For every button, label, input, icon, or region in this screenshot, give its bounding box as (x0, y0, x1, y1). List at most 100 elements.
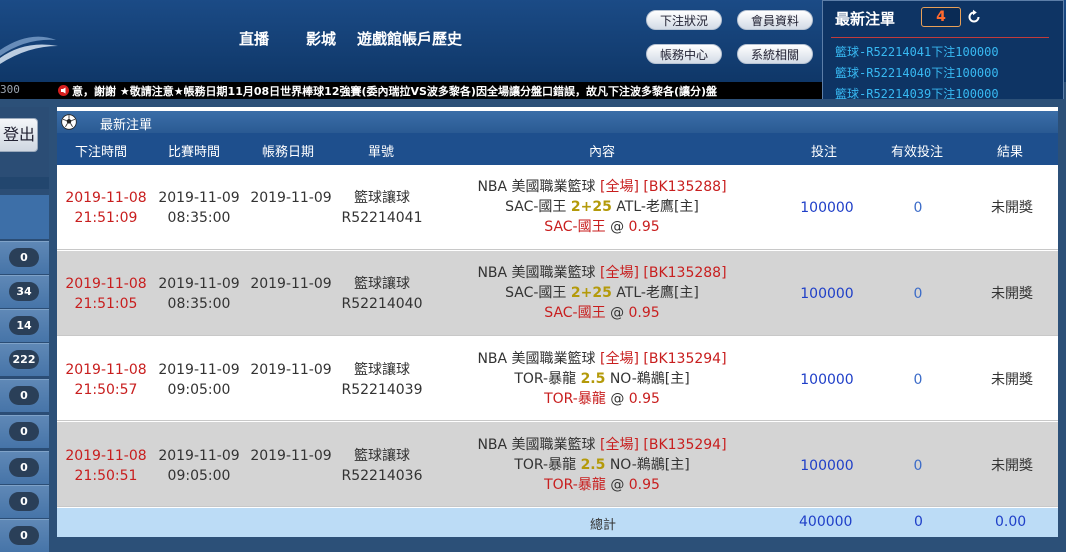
recent-orders-title: 最新注單 (835, 10, 896, 28)
ticket-number[interactable]: R52214039 (337, 380, 427, 400)
ticket-cell: 籃球讓球 R52214040 (337, 274, 427, 314)
period: [全場] (600, 437, 639, 453)
valid-stake-cell: 0 (913, 286, 923, 302)
league: NBA 美國職業籃球 (477, 351, 596, 367)
pick: TOR-暴龍 (544, 391, 606, 407)
ticket-number[interactable]: R52214040 (337, 294, 427, 314)
match-date: 2019-11-09 (158, 276, 240, 292)
col-result: 結果 (997, 145, 1024, 160)
count-badge[interactable]: 34 (9, 282, 39, 301)
match-clock: 09:05:00 (167, 382, 231, 398)
ticket-number[interactable]: R52214041 (337, 208, 427, 228)
ticket-number[interactable]: R52214036 (337, 466, 427, 486)
announcement-marquee: 300 意，謝謝 ★敬請注意★帳務日期11月08日世界棒球12強賽(委內瑞拉VS… (0, 82, 822, 99)
total-stake: 400000 (799, 514, 853, 530)
sidebar-separator (0, 177, 49, 189)
logout-button[interactable]: 登出 (0, 118, 38, 152)
sidebar-item[interactable]: 34 (0, 275, 49, 308)
bet-status-button[interactable]: 下注狀況 (646, 10, 722, 30)
sidebar-item[interactable]: 0 (0, 451, 49, 484)
col-bet-time: 下注時間 (75, 145, 128, 160)
main-panel: 最新注單 下注時間 比賽時間 帳務日期 單號 內容 投注 有效投注 結果 201… (57, 107, 1058, 537)
count-badge[interactable]: 0 (9, 422, 39, 441)
stake-cell: 100000 (800, 372, 854, 388)
table-header: 下注時間 比賽時間 帳務日期 單號 內容 投注 有效投注 結果 (57, 133, 1058, 165)
league: NBA 美國職業籃球 (477, 437, 596, 453)
recent-order-item[interactable]: 籃球-R52214041下注100000 (835, 42, 999, 63)
match-date: 2019-11-09 (158, 362, 240, 378)
col-content: 內容 (589, 145, 616, 160)
count-badge[interactable]: 0 (9, 526, 39, 545)
match-time-cell: 2019-11-09 09:05:00 (153, 446, 245, 486)
bet-date: 2019-11-08 (65, 448, 147, 464)
sidebar-item[interactable]: 14 (0, 309, 49, 342)
bet-date: 2019-11-08 (65, 276, 147, 292)
refresh-icon[interactable] (966, 9, 982, 25)
valid-stake-cell: 0 (913, 372, 923, 388)
member-info-button[interactable]: 會員資料 (737, 10, 813, 30)
sport-type: 籃球讓球 (354, 190, 410, 206)
sport-type: 籃球讓球 (354, 362, 410, 378)
handicap-line: 2+25 (570, 199, 612, 215)
sidebar-item[interactable]: 0 (0, 415, 49, 448)
content-cell: NBA 美國職業籃球 [全場] [BK135288] SAC-國王 2+25 A… (437, 263, 767, 323)
count-badge[interactable]: 0 (9, 458, 39, 477)
account-center-button[interactable]: 帳務中心 (646, 44, 722, 64)
nav-cinema[interactable]: 影城 (306, 28, 336, 49)
ticket-cell: 籃球讓球 R52214039 (337, 360, 427, 400)
sidebar-item[interactable]: 0 (0, 485, 49, 518)
at-symbol: @ (610, 305, 625, 321)
recent-orders-list: 籃球-R52214041下注100000 籃球-R52214040下注10000… (835, 42, 999, 105)
account-date-cell: 2019-11-09 (250, 448, 332, 464)
content-cell: NBA 美國職業籃球 [全場] [BK135294] TOR-暴龍 2.5 NO… (437, 435, 767, 495)
count-badge[interactable]: 0 (9, 248, 39, 267)
bet-time-cell: 2019-11-08 21:51:05 (60, 274, 152, 314)
away-team: NO-鵜鶘[主] (609, 457, 690, 473)
sidebar-tab[interactable] (0, 195, 49, 239)
system-related-button[interactable]: 系統相關 (737, 44, 813, 64)
match-date: 2019-11-09 (158, 448, 240, 464)
match-clock: 09:05:00 (167, 468, 231, 484)
marquee-text: 意，謝謝 ★敬請注意★帳務日期11月08日世界棒球12強賽(委內瑞拉VS波多黎各… (72, 85, 718, 98)
pick: TOR-暴龍 (544, 477, 606, 493)
account-date-cell: 2019-11-09 (250, 276, 332, 292)
away-team: ATL-老鷹[主] (616, 285, 699, 301)
sidebar-item[interactable]: 0 (0, 379, 49, 412)
at-symbol: @ (610, 477, 625, 493)
nav-live[interactable]: 直播 (239, 28, 269, 49)
odds: 0.95 (628, 477, 660, 493)
game-id: [BK135288] (643, 265, 727, 281)
table-row: 2019-11-08 21:51:05 2019-11-09 08:35:00 … (57, 251, 1058, 336)
sidebar: 登出 0 34 14 222 0 0 0 0 0 (0, 107, 49, 552)
bet-date: 2019-11-08 (65, 190, 147, 206)
nav-game-history[interactable]: 遊戲館帳戶歷史 (357, 28, 462, 49)
at-symbol: @ (610, 219, 625, 235)
recent-order-item[interactable]: 籃球-R52214040下注100000 (835, 63, 999, 84)
bet-date: 2019-11-08 (65, 362, 147, 378)
away-team: NO-鵜鶘[主] (609, 371, 690, 387)
soccer-ball-icon (61, 114, 77, 130)
valid-stake-cell: 0 (913, 200, 923, 216)
sidebar-item[interactable]: 222 (0, 343, 49, 376)
league: NBA 美國職業籃球 (477, 265, 596, 281)
count-badge[interactable]: 14 (9, 316, 39, 335)
ticket-cell: 籃球讓球 R52214041 (337, 188, 427, 228)
home-team: TOR-暴龍 (514, 457, 577, 473)
sidebar-item[interactable]: 0 (0, 241, 49, 274)
handicap-line: 2.5 (580, 371, 606, 387)
count-badge[interactable]: 0 (9, 492, 39, 511)
col-ticket: 單號 (368, 145, 395, 160)
sidebar-item[interactable]: 0 (0, 519, 49, 552)
home-team: TOR-暴龍 (514, 371, 577, 387)
megaphone-icon (58, 85, 69, 96)
count-badge[interactable]: 0 (9, 386, 39, 405)
count-badge[interactable]: 222 (9, 350, 39, 369)
content-cell: NBA 美國職業籃球 [全場] [BK135294] TOR-暴龍 2.5 NO… (437, 349, 767, 409)
header-gap (0, 99, 1066, 107)
total-row: 總計 400000 0 0.00 (57, 508, 1058, 537)
panel-title: 最新注單 (100, 118, 153, 133)
col-stake: 投注 (811, 145, 838, 160)
home-team: SAC-國王 (505, 199, 567, 215)
period: [全場] (600, 265, 639, 281)
col-valid-stake: 有效投注 (891, 145, 944, 160)
